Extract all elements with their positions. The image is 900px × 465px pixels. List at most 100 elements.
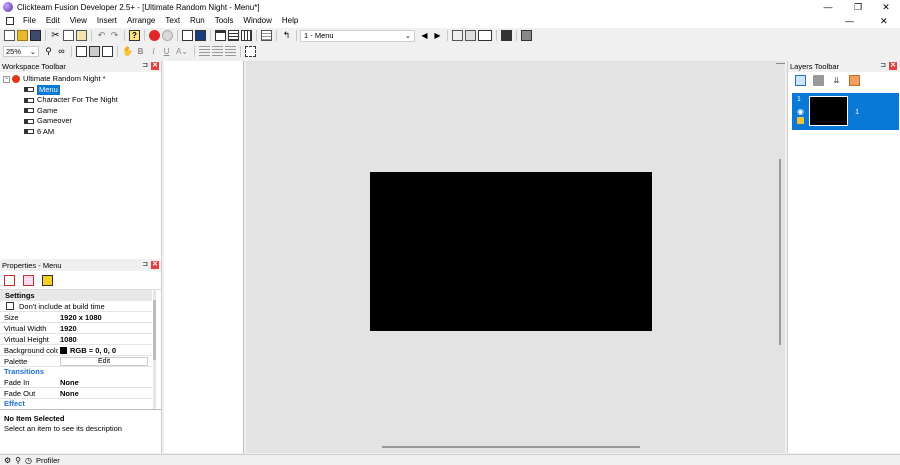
snap-icon[interactable] — [89, 46, 100, 57]
menu-help[interactable]: Help — [277, 14, 303, 28]
event-editor-icon[interactable] — [215, 30, 226, 41]
property-row-virtual-height[interactable]: Virtual Height 1080 — [0, 334, 152, 345]
new-file-icon[interactable] — [4, 30, 15, 41]
tree-frame-menu[interactable]: Menu — [24, 84, 161, 95]
menu-text[interactable]: Text — [160, 14, 185, 28]
frame-canvas[interactable] — [370, 172, 652, 331]
menu-view[interactable]: View — [65, 14, 92, 28]
pin-icon[interactable]: ⊐ — [141, 261, 149, 269]
align-right-icon[interactable] — [225, 46, 236, 57]
italic-icon[interactable]: I — [148, 46, 159, 57]
palette-edit-button[interactable]: Edit — [60, 357, 148, 366]
zoom-tool-icon[interactable]: ⚲ — [43, 46, 54, 57]
undo-icon[interactable]: ↶ — [96, 30, 107, 41]
align-icon[interactable] — [102, 46, 113, 57]
full-screen-icon[interactable] — [501, 30, 512, 41]
list-icon[interactable] — [261, 30, 272, 41]
cut-icon[interactable]: ✂ — [50, 30, 61, 41]
runtime-tab-icon[interactable] — [23, 274, 34, 286]
frame-editor-icon[interactable] — [195, 30, 206, 41]
maximize-button[interactable]: ❐ — [843, 0, 873, 14]
grid-icon[interactable] — [452, 30, 463, 41]
property-row-virtual-width[interactable]: Virtual Width 1920 — [0, 323, 152, 334]
pin-icon[interactable]: ⊐ — [141, 62, 149, 70]
profiler-tab[interactable]: Profiler — [36, 456, 60, 465]
menu-arrange[interactable]: Arrange — [122, 14, 160, 28]
tree-frame-game[interactable]: Game — [24, 106, 161, 117]
tree-frame-gameover[interactable]: Gameover — [24, 116, 161, 127]
fit-to-window-icon[interactable] — [245, 46, 256, 57]
application-icon — [12, 75, 20, 84]
event-list-icon[interactable] — [228, 30, 239, 41]
tree-application[interactable]: − Ultimate Random Night * — [3, 74, 161, 85]
tree-frame-6am[interactable]: 6 AM — [24, 127, 161, 138]
property-value: None — [60, 378, 79, 387]
menu-run[interactable]: Run — [185, 14, 210, 28]
pin-icon[interactable]: ⊐ — [879, 62, 887, 70]
underline-icon[interactable]: U — [161, 46, 172, 57]
storyboard-editor-icon[interactable] — [182, 30, 193, 41]
layers-tool-icon[interactable]: ⚙ — [4, 456, 11, 465]
delete-layer-icon[interactable] — [813, 75, 824, 86]
close-button[interactable]: ✕ — [871, 0, 900, 14]
search-icon[interactable]: ⚲ — [15, 456, 21, 465]
next-frame-icon[interactable]: ▶ — [432, 30, 443, 41]
layer-row[interactable]: 1 ◉ 1 — [792, 93, 899, 130]
property-row-fade-out[interactable]: Fade Out None — [0, 388, 152, 399]
link-icon[interactable]: ∞ — [56, 46, 67, 57]
eye-icon[interactable]: ◉ — [797, 107, 804, 116]
align-left-icon[interactable] — [199, 46, 210, 57]
collapse-icon[interactable]: − — [3, 75, 10, 83]
close-panel-icon[interactable]: ✕ — [889, 62, 897, 70]
copy-icon[interactable] — [63, 30, 74, 41]
layer-properties-icon[interactable] — [849, 75, 860, 86]
grid-toggle-icon[interactable] — [76, 46, 87, 57]
document-menu-icon[interactable] — [6, 17, 14, 25]
data-elements-icon[interactable] — [241, 30, 252, 41]
frame-select[interactable]: 1 - Menu ⌄ — [300, 29, 415, 42]
hand-tool-icon[interactable]: ✋ — [122, 46, 133, 57]
menu-file[interactable]: File — [18, 14, 41, 28]
add-layer-icon[interactable] — [795, 75, 806, 86]
help-icon[interactable]: ? — [129, 30, 140, 41]
display-mode-icon[interactable] — [478, 30, 492, 41]
bold-icon[interactable]: B — [135, 46, 146, 57]
redo-icon[interactable]: ↷ — [109, 30, 120, 41]
stop-icon[interactable] — [149, 30, 160, 41]
zoom-select[interactable]: 25% ⌄ — [3, 46, 39, 57]
paste-icon[interactable] — [76, 30, 87, 41]
inner-close-button[interactable]: ✕ — [880, 16, 888, 27]
horizontal-scrollbar-thumb[interactable] — [382, 446, 640, 448]
vertical-scrollbar-thumb[interactable] — [779, 159, 781, 345]
close-panel-icon[interactable]: ✕ — [151, 62, 159, 70]
property-row-size[interactable]: Size 1920 x 1080 — [0, 312, 152, 323]
property-row-fade-in[interactable]: Fade In None — [0, 377, 152, 388]
menu-insert[interactable]: Insert — [92, 14, 122, 28]
inner-minimize-button[interactable]: — — [845, 16, 854, 26]
film-icon[interactable] — [521, 30, 532, 41]
property-scrollbar[interactable] — [153, 290, 156, 410]
layout-icon[interactable] — [465, 30, 476, 41]
minimize-button[interactable]: — — [813, 0, 843, 14]
record-icon[interactable] — [162, 30, 173, 41]
lock-icon[interactable] — [797, 117, 804, 124]
close-panel-icon[interactable]: ✕ — [151, 261, 159, 269]
settings-tab-icon[interactable] — [4, 274, 15, 286]
about-tab-icon[interactable] — [42, 274, 53, 286]
property-row-background-color[interactable]: Background color RGB = 0, 0, 0 — [0, 345, 152, 356]
open-folder-icon[interactable] — [17, 30, 28, 41]
menu-window[interactable]: Window — [238, 14, 276, 28]
clock-icon[interactable]: ◷ — [25, 456, 32, 465]
menu-tools[interactable]: Tools — [210, 14, 239, 28]
frame-editor[interactable] — [246, 61, 785, 453]
align-center-icon[interactable] — [212, 46, 223, 57]
font-color-icon[interactable]: A⌄ — [174, 46, 190, 57]
build-checkbox[interactable] — [6, 302, 14, 310]
layer-down-icon[interactable]: ⇊ — [831, 75, 842, 86]
previous-frame-icon[interactable]: ◀ — [419, 30, 430, 41]
menu-edit[interactable]: Edit — [41, 14, 65, 28]
save-icon[interactable] — [30, 30, 41, 41]
tree-frame-character[interactable]: Character For The Night — [24, 95, 161, 106]
scrollbar-thumb[interactable] — [153, 300, 156, 360]
text-tool-icon[interactable]: ↰ — [281, 30, 292, 41]
